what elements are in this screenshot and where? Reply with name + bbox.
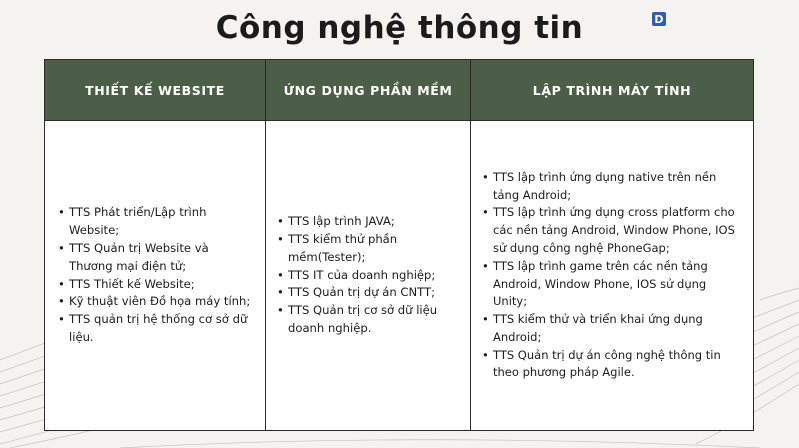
programming-list: TTS lập trình ứng dụng native trên nền t… xyxy=(481,169,743,383)
page-title: Công nghệ thông tin xyxy=(215,10,584,46)
list-item: TTS lập trình ứng dụng cross platform ch… xyxy=(482,204,743,257)
cell-web-design: TTS Phát triển/Lập trình Website; TTS Qu… xyxy=(44,120,266,431)
list-item: Kỹ thuật viên Đồ họa máy tính; xyxy=(58,293,255,311)
list-item: TTS Phát triển/Lập trình Website; xyxy=(58,204,255,240)
column-header-web-design: THIẾT KẾ WEBSITE xyxy=(44,59,266,121)
list-item: TTS lập trình game trên các nền tảng And… xyxy=(482,258,743,311)
content-row: TTS Phát triển/Lập trình Website; TTS Qu… xyxy=(44,120,754,431)
list-item: TTS Quản trị dự án công nghệ thông tin t… xyxy=(482,347,743,383)
list-item: TTS quản trị hệ thống cơ sở dữ liệu. xyxy=(58,311,255,347)
list-item: TTS lập trình ứng dụng native trên nền t… xyxy=(482,169,743,205)
list-item: TTS kiểm thử phần mềm(Tester); xyxy=(277,231,460,267)
web-design-list: TTS Phát triển/Lập trình Website; TTS Qu… xyxy=(55,204,255,346)
list-item: TTS Quản trị cơ sở dữ liệu doanh nghiệp. xyxy=(277,302,460,338)
list-item: TTS Quản trị dự án CNTT; xyxy=(277,284,460,302)
list-item: TTS lập trình JAVA; xyxy=(277,213,460,231)
d-badge-icon: D xyxy=(652,12,666,26)
header-row: THIẾT KẾ WEBSITE ỨNG DỤNG PHẦN MỀM LẬP T… xyxy=(44,59,754,121)
column-header-programming: LẬP TRÌNH MÁY TÍNH xyxy=(470,59,754,121)
cell-programming: TTS lập trình ứng dụng native trên nền t… xyxy=(470,120,754,431)
list-item: TTS kiểm thử và triển khai ứng dụng Andr… xyxy=(482,311,743,347)
software-apps-list: TTS lập trình JAVA; TTS kiểm thử phần mề… xyxy=(276,213,460,338)
column-header-software-apps: ỨNG DỤNG PHẦN MỀM xyxy=(265,59,471,121)
cell-software-apps: TTS lập trình JAVA; TTS kiểm thử phần mề… xyxy=(265,120,471,431)
career-table: THIẾT KẾ WEBSITE ỨNG DỤNG PHẦN MỀM LẬP T… xyxy=(44,59,754,431)
list-item: TTS Thiết kế Website; xyxy=(58,276,255,294)
list-item: TTS Quản trị Website và Thương mại điện … xyxy=(58,240,255,276)
list-item: TTS IT của doanh nghiệp; xyxy=(277,267,460,285)
